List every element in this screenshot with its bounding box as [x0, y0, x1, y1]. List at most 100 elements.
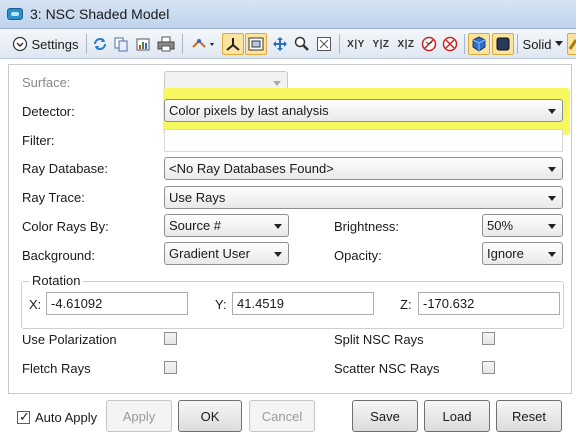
scatter-nsc-rays-checkbox[interactable]	[482, 361, 495, 374]
rotation-group: Rotation X: -4.61092 Y: 41.4519 Z: -170.…	[21, 273, 564, 329]
shaded-cube-button[interactable]	[468, 33, 490, 55]
block-button[interactable]	[440, 33, 460, 55]
apply-button[interactable]: Apply	[106, 400, 172, 432]
rotation-x-value: -4.61092	[51, 296, 103, 311]
split-nsc-rays-label: Split NSC Rays	[334, 332, 424, 347]
copy-button[interactable]	[111, 33, 131, 55]
settings-panel: Surface: Detector: Color pixels by last …	[8, 64, 572, 394]
chevron-down-icon	[274, 252, 282, 257]
copy-icon	[114, 37, 128, 52]
axes-button[interactable]	[222, 33, 244, 55]
rotation-x-label: X:	[29, 297, 42, 312]
ray-trace-label: Ray Trace:	[22, 190, 85, 205]
export-button[interactable]	[133, 33, 153, 55]
auto-apply-label: Auto Apply	[35, 410, 98, 425]
rays-off-button[interactable]	[419, 33, 439, 55]
detector-label: Detector:	[22, 104, 75, 119]
surface-label: Surface:	[22, 75, 71, 90]
chevron-down-icon	[548, 167, 556, 172]
refresh-button[interactable]	[90, 33, 110, 55]
edit-button[interactable]	[567, 33, 576, 55]
reset-label: Reset	[512, 408, 546, 424]
view-yz-label: Y|Z	[372, 38, 390, 50]
render-mode-label: Solid	[522, 36, 552, 52]
printer-icon	[157, 36, 175, 52]
chevron-down-icon	[548, 224, 556, 229]
toolbar: Settings X|Y Y|Z X|Z Solid	[0, 29, 576, 59]
rotation-y-value: 41.4519	[237, 296, 284, 311]
apply-label: Apply	[122, 408, 156, 424]
view-box-button[interactable]	[245, 33, 267, 55]
background-value: Gradient User	[169, 246, 250, 261]
brightness-label: Brightness:	[334, 219, 400, 234]
chevron-down-icon	[273, 81, 281, 86]
load-button[interactable]: Load	[424, 400, 490, 432]
background-icon	[496, 37, 510, 51]
load-label: Load	[442, 408, 472, 424]
ray-database-value: <No Ray Databases Found>	[169, 161, 334, 176]
rays-off-icon	[421, 36, 437, 52]
ray-database-label: Ray Database:	[22, 161, 108, 176]
opacity-value: Ignore	[487, 246, 524, 261]
pencil-icon	[568, 39, 576, 50]
rotation-z-label: Z:	[400, 297, 412, 312]
view-xy-button[interactable]: X|Y	[344, 33, 368, 55]
rotation-title: Rotation	[29, 273, 84, 288]
pan-button[interactable]	[270, 33, 290, 55]
chevron-down-icon	[548, 196, 556, 201]
rotation-y-input[interactable]: 41.4519	[232, 292, 374, 315]
settings-button[interactable]: Settings	[6, 33, 84, 55]
color-rays-by-label: Color Rays By:	[22, 219, 109, 234]
ok-button[interactable]: OK	[178, 400, 242, 432]
opacity-label: Opacity:	[334, 248, 382, 263]
save-button[interactable]: Save	[352, 400, 418, 432]
detector-dropdown[interactable]: Color pixels by last analysis	[164, 99, 563, 122]
fit-button[interactable]	[314, 33, 334, 55]
view-xz-button[interactable]: X|Z	[394, 33, 418, 55]
rotation-x-input[interactable]: -4.61092	[46, 292, 188, 315]
fletch-rays-checkbox[interactable]	[164, 361, 177, 374]
zoom-button[interactable]	[292, 33, 312, 55]
render-mode-dropdown[interactable]: Solid	[521, 33, 565, 55]
block-icon	[442, 36, 458, 52]
reset-button[interactable]: Reset	[496, 400, 562, 432]
window-title: 3: NSC Shaded Model	[30, 6, 170, 22]
refresh-icon	[94, 38, 106, 50]
chevron-down-icon	[274, 224, 282, 229]
view-yz-button[interactable]: Y|Z	[369, 33, 393, 55]
cancel-label: Cancel	[261, 408, 303, 424]
brightness-dropdown[interactable]: 50%	[482, 214, 563, 237]
view-xz-label: X|Z	[397, 38, 415, 50]
chevron-down-icon	[548, 252, 556, 257]
export-icon	[136, 38, 150, 51]
use-polarization-label: Use Polarization	[22, 332, 117, 347]
title-bar: 3: NSC Shaded Model	[0, 0, 576, 29]
rotate-axes-icon	[192, 39, 214, 48]
fit-view-icon	[317, 37, 331, 51]
axes-icon	[226, 38, 240, 51]
split-nsc-rays-checkbox[interactable]	[482, 332, 495, 345]
color-rays-by-dropdown[interactable]: Source #	[164, 214, 289, 237]
ray-trace-value: Use Rays	[169, 190, 226, 205]
ray-database-dropdown[interactable]: <No Ray Databases Found>	[164, 157, 563, 180]
detector-value: Color pixels by last analysis	[169, 103, 329, 118]
save-label: Save	[370, 408, 400, 424]
auto-apply-checkbox[interactable]	[17, 409, 30, 425]
filter-input[interactable]	[164, 129, 563, 152]
scatter-nsc-rays-label: Scatter NSC Rays	[334, 361, 440, 376]
rotation-z-input[interactable]: -170.632	[418, 292, 560, 315]
background-dropdown[interactable]: Gradient User	[164, 242, 289, 265]
use-polarization-checkbox[interactable]	[164, 332, 177, 345]
rotate-dropdown-button[interactable]	[188, 33, 218, 55]
cube-icon	[472, 36, 486, 52]
background-button[interactable]	[492, 33, 514, 55]
color-rays-by-value: Source #	[169, 218, 222, 233]
view-box-icon	[248, 37, 264, 51]
filter-label: Filter:	[22, 133, 55, 148]
cancel-button[interactable]: Cancel	[249, 400, 315, 432]
zoom-icon	[294, 36, 309, 51]
app-icon	[7, 8, 23, 20]
opacity-dropdown[interactable]: Ignore	[482, 242, 563, 265]
print-button[interactable]	[155, 33, 177, 55]
ray-trace-dropdown[interactable]: Use Rays	[164, 186, 563, 209]
